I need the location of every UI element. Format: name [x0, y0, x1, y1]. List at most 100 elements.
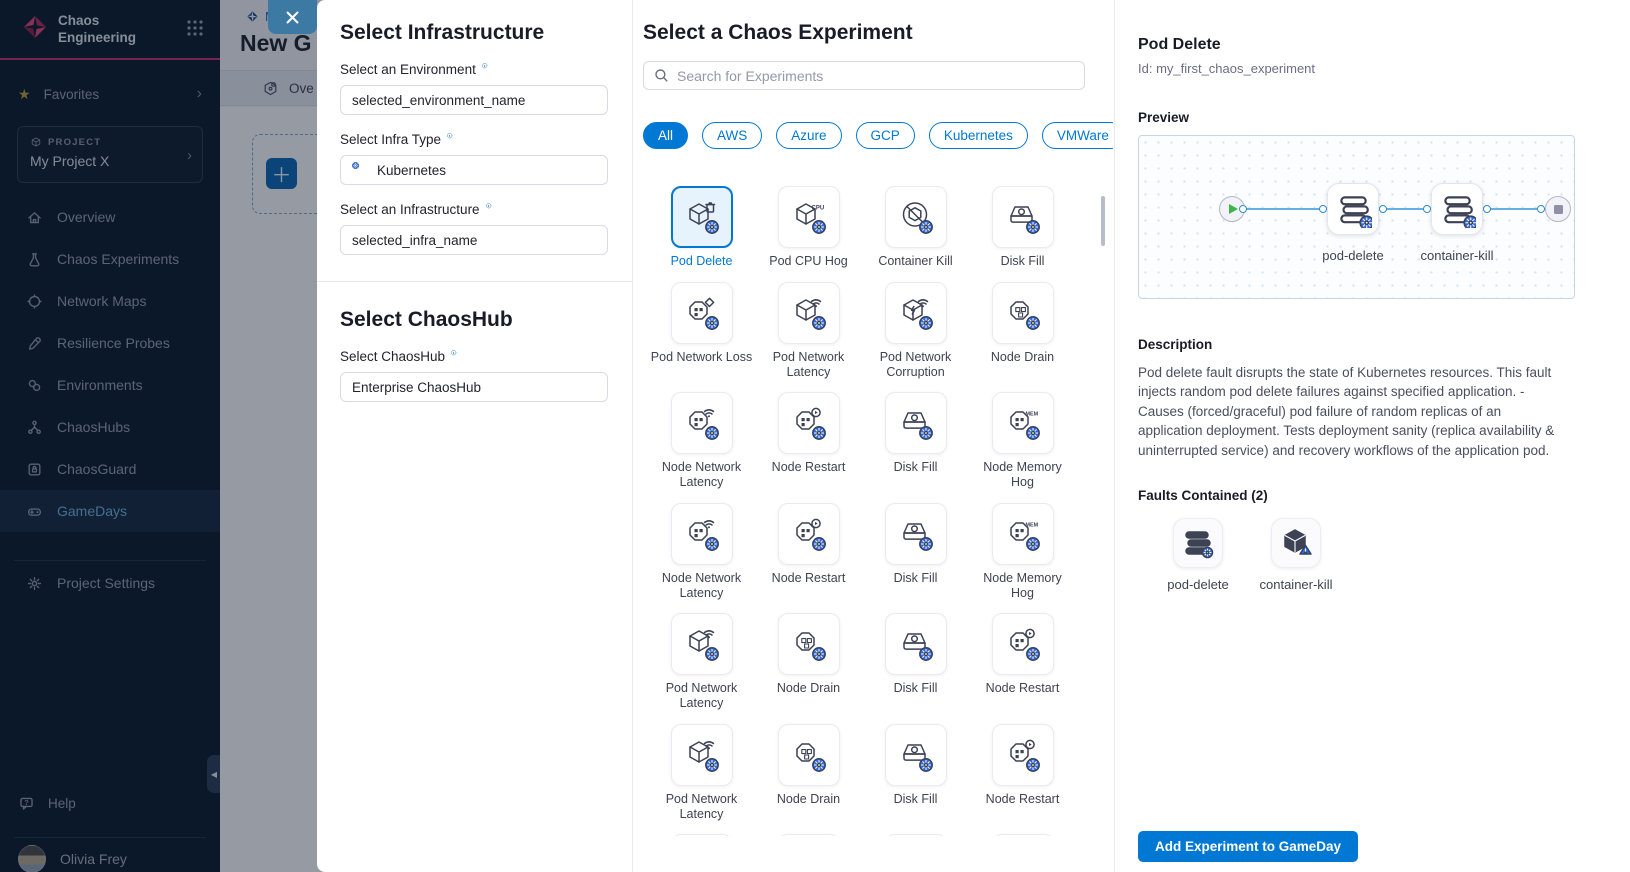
experiment-card[interactable]: MEM Node Memory Hog: [969, 503, 1076, 601]
info-icon[interactable]: i: [447, 133, 461, 147]
experiment-card[interactable]: Disk Fill: [862, 392, 969, 490]
experiment-card[interactable]: Node Restart: [755, 503, 862, 601]
experiment-card[interactable]: Disk Fill: [862, 724, 969, 822]
experiment-card[interactable]: MEM Node Memory Hog: [969, 392, 1076, 490]
infra-type-select[interactable]: Kubernetes: [340, 155, 608, 185]
experiment-card-label: Disk Fill: [971, 254, 1075, 269]
experiment-card-label: Node Drain: [757, 681, 861, 696]
experiment-card[interactable]: Node Drain: [755, 834, 862, 836]
experiment-card-label: Disk Fill: [864, 460, 968, 475]
svg-text:i: i: [484, 63, 485, 67]
cube-wifi-icon: [684, 737, 720, 773]
section-divider: [317, 281, 632, 282]
experiment-card[interactable]: Pod Delete: [648, 186, 755, 269]
svg-text:i: i: [488, 203, 489, 207]
pod-delete-icon: [1180, 525, 1216, 561]
chaoshub-label: Select ChaosHub: [340, 349, 445, 364]
gameday-experiment-modal: Select Infrastructure Select an Environm…: [317, 0, 1630, 872]
connector-dot: [1379, 205, 1387, 213]
pod-mem-icon: MEM: [1005, 516, 1041, 552]
environment-select[interactable]: selected_environment_name: [340, 85, 608, 115]
infrastructure-select[interactable]: selected_infra_name: [340, 225, 608, 255]
filter-chip-kubernetes[interactable]: Kubernetes: [929, 122, 1028, 149]
environment-field: Select an Environment i selected_environ…: [340, 62, 608, 115]
pipeline-end-node[interactable]: [1545, 196, 1571, 222]
fault-item[interactable]: container-kill: [1248, 518, 1344, 592]
info-icon[interactable]: i: [451, 350, 465, 364]
experiment-card[interactable]: Node Restart: [969, 613, 1076, 711]
node-drain-icon: [1005, 295, 1041, 331]
experiment-card[interactable]: Disk Fill: [862, 503, 969, 601]
chaoshub-value: Enterprise ChaosHub: [352, 380, 481, 395]
modal-close-button[interactable]: [268, 0, 317, 34]
experiment-id: Id: my_first_chaos_experiment: [1138, 61, 1630, 76]
pod-restart-icon: [791, 405, 827, 441]
add-experiment-to-gameday-button[interactable]: Add Experiment to GameDay: [1138, 831, 1358, 862]
pod-delete-fault-icon: [1334, 190, 1372, 228]
fault-item[interactable]: pod-delete: [1150, 518, 1246, 592]
play-icon: [1229, 204, 1238, 214]
svg-text:i: i: [453, 350, 454, 354]
experiment-card-label: Node Memory Hog: [971, 460, 1075, 490]
filter-chip-gcp[interactable]: GCP: [856, 122, 915, 149]
experiment-card-label: Pod Network Loss: [650, 350, 754, 365]
info-icon[interactable]: i: [482, 63, 496, 77]
experiment-card[interactable]: Pod Network Loss: [648, 282, 755, 380]
pod-restart-icon: [791, 516, 827, 552]
experiment-card-label: Node Restart: [971, 792, 1075, 807]
experiment-card[interactable]: Disk Fill: [862, 834, 969, 836]
experiment-details-panel: Pod Delete Id: my_first_chaos_experiment…: [1114, 0, 1630, 872]
pipeline-preview: pod-delete container-kill: [1138, 135, 1575, 299]
experiment-card-label: Pod Network Latency: [757, 350, 861, 380]
experiment-card-label: Node Restart: [757, 571, 861, 586]
experiment-card[interactable]: Node Drain: [755, 724, 862, 822]
infra-type-label: Select Infra Type: [340, 132, 441, 147]
infra-type-value: Kubernetes: [377, 163, 446, 178]
experiment-card[interactable]: Node Drain: [755, 613, 862, 711]
chaoshub-select[interactable]: Enterprise ChaosHub: [340, 372, 608, 402]
filter-chip-azure[interactable]: Azure: [776, 122, 841, 149]
experiment-card[interactable]: Pod Network Latency: [648, 613, 755, 711]
svg-text:CPU: CPU: [811, 206, 824, 212]
info-icon[interactable]: i: [486, 203, 500, 217]
filter-chip-all[interactable]: All: [643, 122, 688, 149]
experiment-card[interactable]: Node Drain: [969, 282, 1076, 380]
experiment-card-label: Pod Network Latency: [650, 792, 754, 822]
experiment-card[interactable]: Pod Network Latency: [648, 724, 755, 822]
infrastructure-title: Select Infrastructure: [340, 21, 608, 45]
experiment-card[interactable]: Container Kill: [862, 186, 969, 269]
pipeline-fault-node[interactable]: [1431, 183, 1483, 235]
experiment-card[interactable]: Pod Network Latency: [648, 834, 755, 836]
scrollbar-thumb[interactable]: [1101, 196, 1105, 246]
experiment-card[interactable]: CPU Pod CPU Hog: [755, 186, 862, 269]
pipeline-node-label: pod-delete: [1297, 248, 1409, 263]
experiment-card[interactable]: Node Restart: [969, 834, 1076, 836]
connector-dot: [1483, 205, 1491, 213]
experiment-card-label: Node Memory Hog: [971, 571, 1075, 601]
svg-text:MEM: MEM: [1025, 412, 1038, 418]
fault-label: pod-delete: [1167, 577, 1228, 592]
experiment-card[interactable]: Pod Network Latency: [755, 282, 862, 380]
experiment-card[interactable]: Node Network Latency: [648, 392, 755, 490]
pipeline-fault-node[interactable]: [1327, 183, 1379, 235]
experiment-picker-title: Select a Chaos Experiment: [643, 21, 1114, 45]
experiment-card[interactable]: Node Restart: [969, 724, 1076, 822]
environment-value: selected_environment_name: [352, 93, 525, 108]
infrastructure-value: selected_infra_name: [352, 233, 477, 248]
filter-chip-vmware[interactable]: VMWare: [1042, 122, 1113, 149]
pod-wifi-icon: [684, 516, 720, 552]
experiment-card[interactable]: Disk Fill: [862, 613, 969, 711]
experiment-card-label: Pod CPU Hog: [757, 254, 861, 269]
experiment-grid: Pod DeleteCPUPod CPU HogContainer KillDi…: [643, 186, 1093, 836]
disk-icon: [898, 516, 934, 552]
experiment-search[interactable]: [643, 61, 1085, 90]
experiment-card[interactable]: Pod Network Corruption: [862, 282, 969, 380]
pipeline-edge: [1232, 208, 1558, 210]
search-icon: [654, 68, 669, 83]
experiment-card-label: Node Network Latency: [650, 460, 754, 490]
filter-chip-aws[interactable]: AWS: [702, 122, 762, 149]
experiment-card[interactable]: Disk Fill: [969, 186, 1076, 269]
experiment-card[interactable]: Node Network Latency: [648, 503, 755, 601]
experiment-card[interactable]: Node Restart: [755, 392, 862, 490]
search-input[interactable]: [677, 68, 1074, 84]
